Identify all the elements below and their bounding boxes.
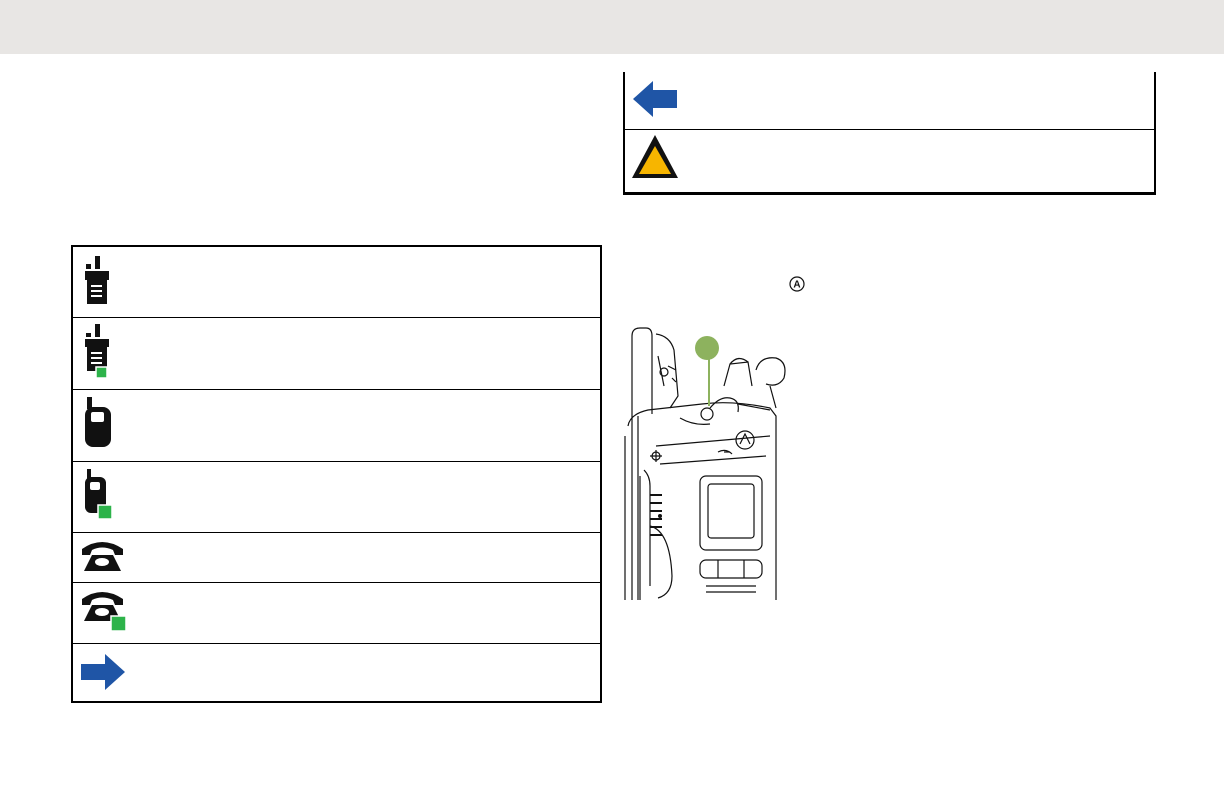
notice-table bbox=[623, 72, 1156, 195]
header-bar bbox=[0, 0, 1224, 54]
radio-icon bbox=[85, 256, 109, 304]
telephone-sent-icon bbox=[82, 592, 127, 632]
mobile-phone-sent-icon bbox=[85, 469, 113, 520]
warning-triangle-icon bbox=[632, 135, 678, 178]
icon-row-radio-sent bbox=[73, 318, 600, 390]
icon-row-mobile-phone-sent bbox=[73, 462, 600, 533]
telephone-icon bbox=[82, 542, 123, 571]
callout-marker bbox=[695, 336, 719, 360]
callout-a-letter: A bbox=[793, 280, 800, 291]
icon-table bbox=[71, 245, 602, 703]
icon-row-telephone bbox=[73, 533, 600, 583]
notice-row-warning bbox=[625, 130, 1154, 192]
left-arrow-icon bbox=[633, 81, 677, 117]
icon-row-radio bbox=[73, 247, 600, 318]
icon-row-right-arrow bbox=[73, 644, 600, 701]
right-arrow-icon bbox=[81, 654, 125, 690]
icon-row-telephone-sent bbox=[73, 583, 600, 644]
mobile-phone-icon bbox=[85, 397, 111, 447]
radio-sent-icon bbox=[85, 324, 109, 379]
notice-row-left-arrow bbox=[625, 72, 1154, 130]
radio-illustration bbox=[624, 327, 786, 600]
icon-row-mobile-phone bbox=[73, 390, 600, 462]
callout-a-icon: A bbox=[789, 276, 805, 292]
